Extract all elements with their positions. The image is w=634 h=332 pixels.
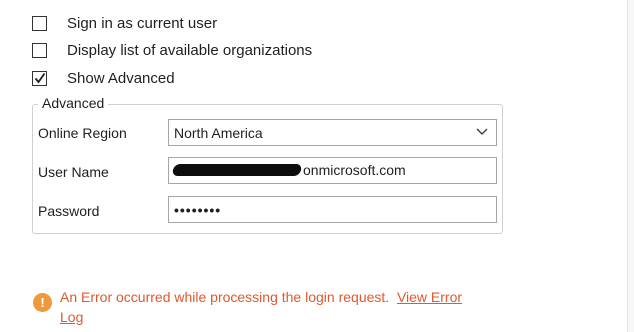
password-input[interactable]: •••••••• [168,196,497,223]
redaction-mark [171,164,303,176]
display-orgs-option[interactable]: Display list of available organizations [32,40,312,60]
display-orgs-label: Display list of available organizations [67,41,313,59]
user-name-visible-text: onmicrosoft.com [303,162,406,178]
password-label: Password [38,203,100,219]
error-text: An Error occurred while processing the l… [60,287,500,327]
view-error-link-line1[interactable]: View Error [397,289,462,305]
user-name-input[interactable]: onmicrosoft.com [168,157,497,184]
display-orgs-checkbox[interactable] [32,42,47,58]
online-region-select[interactable]: North America [168,119,497,146]
warning-icon: ! [33,293,52,312]
user-name-label: User Name [38,164,109,180]
chevron-down-icon [476,128,488,135]
error-message-text: An Error occurred while processing the l… [60,289,390,305]
sign-in-current-user-option[interactable]: Sign in as current user [32,13,217,33]
show-advanced-option[interactable]: Show Advanced [32,68,175,88]
show-advanced-label: Show Advanced [67,69,175,87]
online-region-label: Online Region [38,125,127,141]
show-advanced-checkbox[interactable] [32,70,47,86]
sign-in-current-user-label: Sign in as current user [67,14,218,32]
scrollbar-track[interactable] [627,0,634,332]
advanced-group-legend: Advanced [38,95,109,111]
online-region-value: North America [174,124,263,141]
sign-in-current-user-checkbox[interactable] [32,15,47,31]
password-value: •••••••• [174,201,222,218]
checkmark-icon [34,72,46,83]
view-error-link-line2[interactable]: Log [60,309,83,325]
